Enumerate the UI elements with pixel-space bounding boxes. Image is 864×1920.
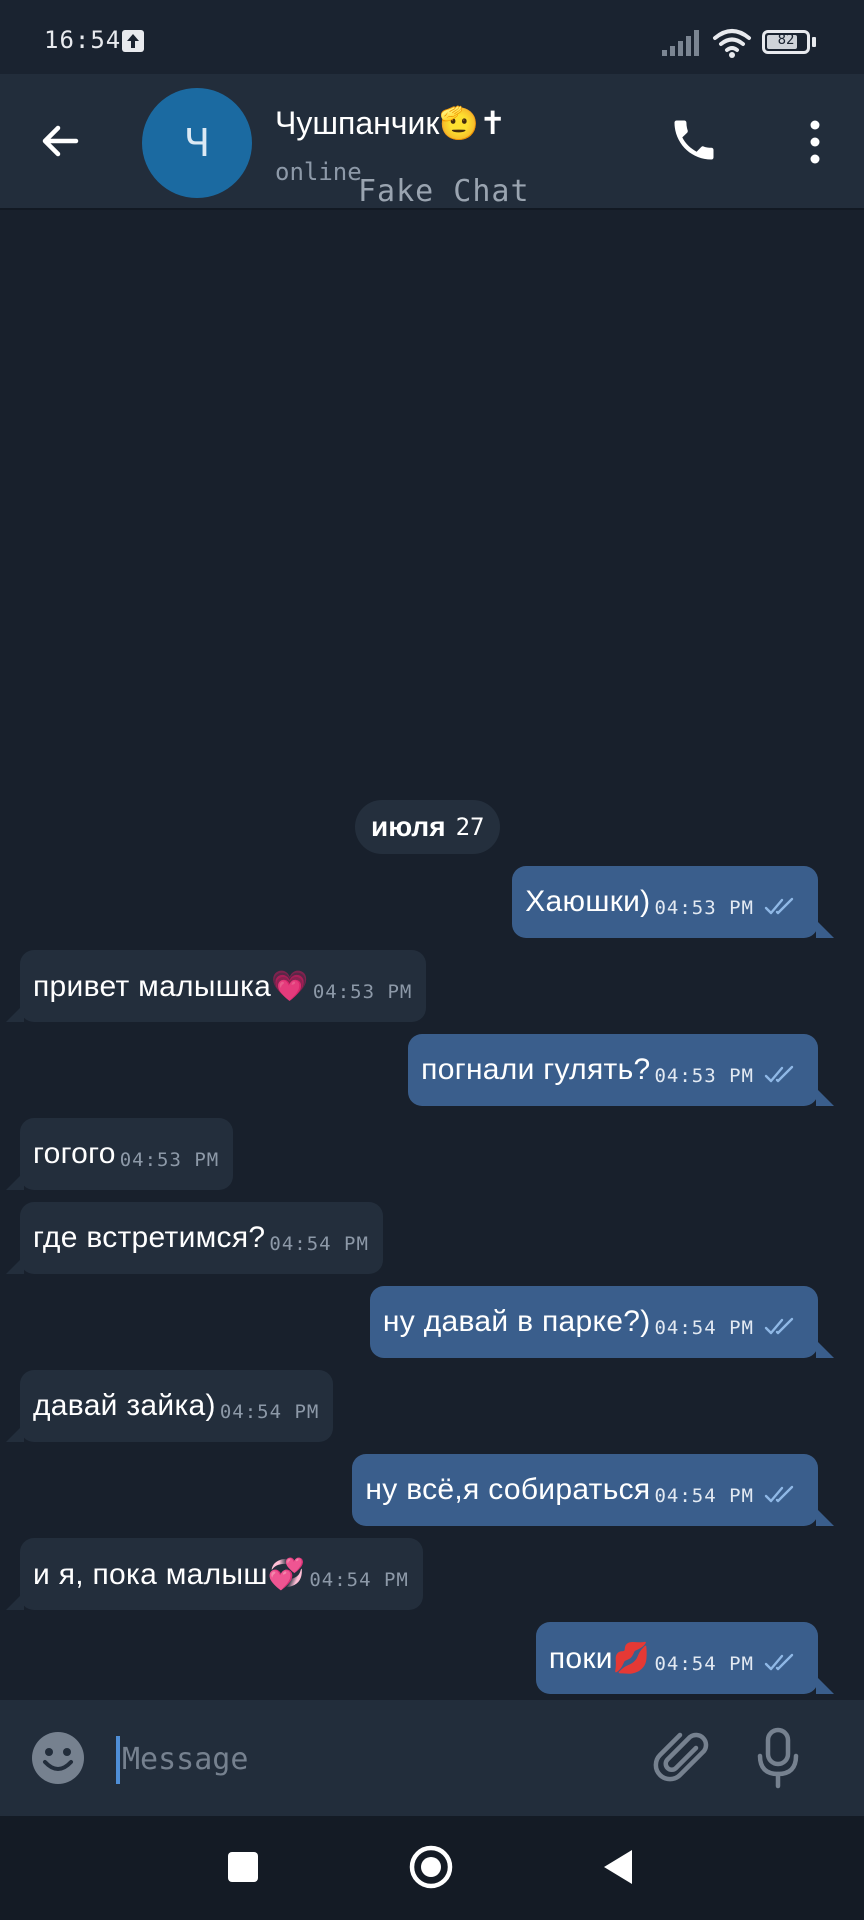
message-text: и я, пока малыш💞: [33, 1557, 306, 1591]
message-time: 04:53 PM: [119, 1149, 220, 1171]
emoji-icon[interactable]: [28, 1728, 88, 1788]
attach-icon[interactable]: [650, 1726, 714, 1790]
date-day: 27: [455, 813, 485, 841]
read-ticks-icon: [764, 897, 794, 915]
message-time: 04:54 PM: [654, 1485, 754, 1507]
back-arrow-icon[interactable]: [36, 116, 86, 166]
message-text: гогого: [33, 1137, 116, 1170]
message-text: поки💋: [548, 1641, 651, 1675]
avatar[interactable]: Ч: [142, 88, 252, 198]
read-ticks-icon: [764, 1653, 794, 1671]
message-time: 04:54 PM: [309, 1569, 409, 1591]
message-text: давай зайка): [33, 1389, 216, 1422]
contact-name[interactable]: Чушпанчик🫡✝: [275, 104, 506, 142]
message-text: погнали гулять?: [421, 1053, 651, 1086]
input-bar: [0, 1700, 864, 1816]
message-time: 04:53 PM: [654, 1065, 754, 1087]
incoming-message[interactable]: где встретимся? 04:54 PM: [6, 1202, 383, 1274]
outgoing-message[interactable]: ну всё,я собираться 04:54 PM: [352, 1454, 834, 1526]
home-circle-icon[interactable]: [408, 1844, 454, 1890]
read-ticks-icon: [764, 1065, 794, 1083]
outgoing-message[interactable]: погнали гулять? 04:53 PM: [408, 1034, 834, 1106]
back-triangle-icon[interactable]: [600, 1848, 636, 1886]
message-text: привет малышка💗: [33, 969, 309, 1003]
incoming-message[interactable]: привет малышка💗 04:53 PM: [5, 950, 427, 1022]
message-text: Хаюшки): [525, 885, 651, 918]
incoming-message[interactable]: давай зайка) 04:54 PM: [5, 1370, 334, 1442]
upload-icon: [122, 30, 144, 52]
message-time: 04:54 PM: [654, 1653, 754, 1675]
message-text: ну давай в парке?): [382, 1305, 651, 1338]
incoming-message[interactable]: и я, пока малыш💞 04:54 PM: [6, 1538, 423, 1610]
mic-icon[interactable]: [752, 1726, 804, 1790]
battery-icon: 82: [762, 30, 810, 54]
system-nav-bar: [0, 1816, 864, 1920]
recents-square-icon[interactable]: [228, 1852, 258, 1882]
battery-cap: [812, 37, 816, 47]
message-time: 04:53 PM: [312, 981, 413, 1003]
signal-icon: [662, 30, 702, 60]
read-ticks-icon: [764, 1485, 794, 1503]
message-text: ну всё,я собираться: [365, 1473, 651, 1506]
read-ticks-icon: [764, 1317, 794, 1335]
message-input[interactable]: [122, 1730, 602, 1788]
outgoing-message[interactable]: ну давай в парке?) 04:54 PM: [369, 1286, 835, 1358]
contact-status: online: [275, 158, 362, 186]
outgoing-message[interactable]: Хаюшки) 04:53 PM: [512, 866, 834, 938]
status-time: 16:54: [44, 26, 122, 54]
phone-icon[interactable]: [668, 114, 720, 166]
status-bar: 16:54 82: [0, 0, 864, 74]
incoming-message[interactable]: гогого 04:53 PM: [5, 1118, 234, 1190]
wifi-icon: [712, 28, 752, 62]
message-text: где встретимся?: [33, 1221, 266, 1254]
more-vert-icon[interactable]: [800, 112, 830, 172]
message-time: 04:54 PM: [219, 1401, 320, 1423]
watermark-label: Fake Chat: [358, 174, 530, 209]
battery-level: 82: [777, 32, 795, 48]
text-cursor: [116, 1736, 120, 1784]
message-time: 04:54 PM: [654, 1317, 754, 1339]
date-month: июля: [371, 811, 446, 842]
message-time: 04:53 PM: [654, 897, 754, 919]
outgoing-message[interactable]: поки💋 04:54 PM: [535, 1622, 835, 1694]
date-separator: июля 27: [355, 800, 501, 854]
message-time: 04:54 PM: [269, 1233, 369, 1255]
chat-header: Ч Чушпанчик🫡✝ online Fake Chat: [0, 74, 864, 210]
